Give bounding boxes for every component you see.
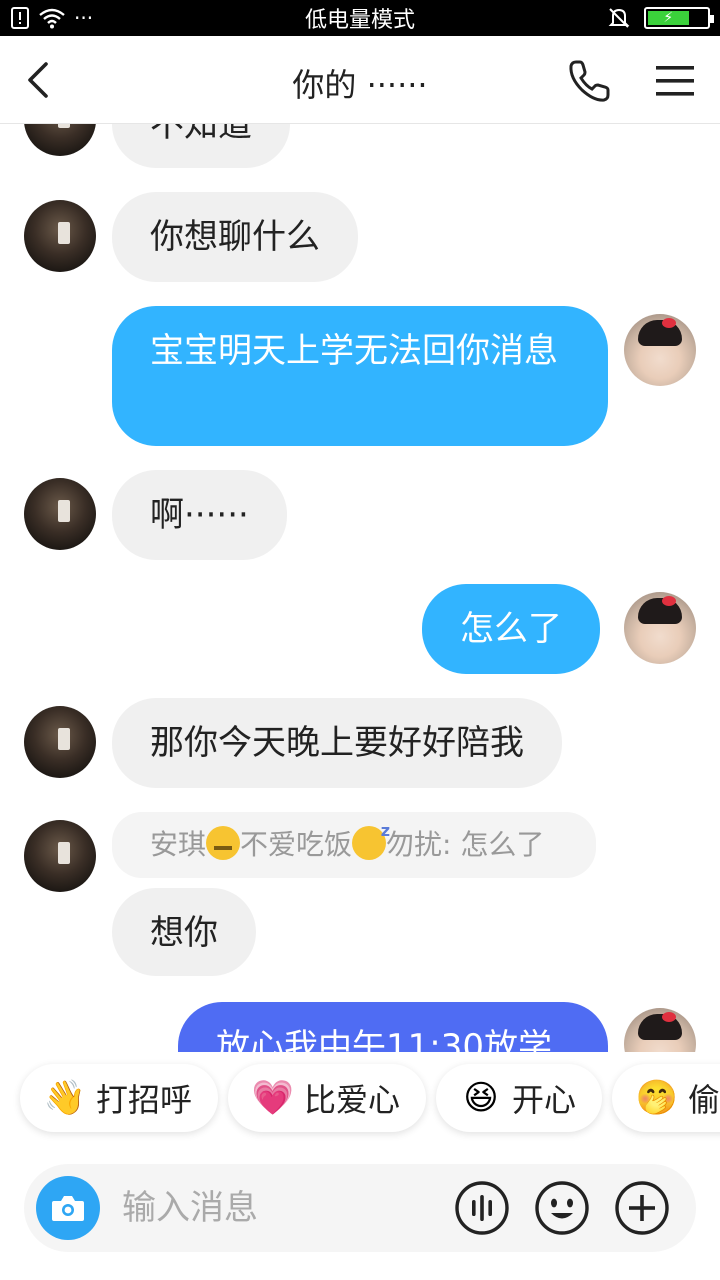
giggle-face-icon: 🤭 bbox=[635, 1078, 679, 1118]
back-arrow-icon[interactable] bbox=[18, 56, 66, 104]
camera-button[interactable] bbox=[36, 1176, 100, 1240]
plus-icon[interactable] bbox=[614, 1180, 670, 1236]
quick-reply-chip[interactable]: 👋 打招呼 bbox=[20, 1064, 219, 1132]
my-avatar[interactable] bbox=[624, 314, 696, 386]
status-dots: ··· bbox=[74, 6, 94, 30]
message-bubble-received[interactable]: 不知道 bbox=[112, 124, 290, 168]
quick-reply-bar: 👋 打招呼 💗 比爱心 😆 开心 🤭 偷笑 bbox=[0, 1052, 720, 1152]
message-bubble-received[interactable]: 啊······ bbox=[112, 470, 287, 560]
contact-avatar[interactable] bbox=[24, 124, 96, 156]
status-right: ⚡ bbox=[608, 7, 714, 29]
chat-header: 你的 ······ bbox=[0, 36, 720, 124]
quote-name-part1: 安琪 bbox=[150, 828, 207, 861]
heart-icon: 💗 bbox=[251, 1078, 295, 1118]
camera-icon bbox=[52, 1196, 84, 1221]
message-bubble-sent[interactable]: 怎么了 bbox=[422, 584, 600, 674]
contact-avatar[interactable] bbox=[24, 478, 96, 550]
battery-icon: ⚡ bbox=[644, 7, 714, 29]
sim-alert-icon bbox=[11, 7, 29, 29]
contact-avatar[interactable] bbox=[24, 706, 96, 778]
quote-name-part2: 不爱吃饭 bbox=[240, 828, 353, 861]
quoted-reply[interactable]: 安琪不爱吃饭勿扰: 怎么了 bbox=[112, 812, 596, 878]
quick-reply-chip[interactable]: 💗 比爱心 bbox=[228, 1064, 427, 1132]
quick-reply-label: 开心 bbox=[512, 1081, 577, 1119]
message-bubble-received[interactable]: 你想聊什么 bbox=[112, 192, 358, 282]
quote-name-part3: 勿扰: 怎么了 bbox=[386, 828, 545, 861]
my-avatar[interactable] bbox=[624, 592, 696, 664]
message-bubble-sent[interactable]: 宝宝明天上学无法回你消息 bbox=[112, 306, 608, 446]
bell-muted-icon bbox=[608, 8, 630, 28]
zipper-mouth-emoji-icon bbox=[206, 826, 241, 860]
phone-icon[interactable] bbox=[564, 56, 614, 106]
message-list[interactable]: 不知道 你想聊什么 宝宝明天上学无法回你消息 啊······ 怎么了 那你今天晚… bbox=[0, 124, 720, 1052]
message-bubble-sent[interactable]: 放心我中午11:30放学 bbox=[178, 1002, 608, 1052]
status-left: ··· bbox=[10, 6, 93, 30]
contact-avatar[interactable] bbox=[24, 820, 96, 892]
message-bubble-received[interactable]: 想你 bbox=[112, 888, 256, 976]
message-input[interactable] bbox=[122, 1184, 442, 1232]
contact-avatar[interactable] bbox=[24, 200, 96, 272]
quick-reply-label: 偷笑 bbox=[688, 1081, 720, 1119]
wave-hand-icon: 👋 bbox=[43, 1078, 87, 1118]
emoji-face-icon[interactable] bbox=[534, 1180, 590, 1236]
message-input-bar bbox=[24, 1164, 696, 1252]
quick-reply-label: 比爱心 bbox=[304, 1081, 401, 1119]
menu-icon[interactable] bbox=[650, 58, 702, 104]
wifi-icon bbox=[39, 8, 65, 29]
message-bubble-received[interactable]: 那你今天晚上要好好陪我 bbox=[112, 698, 562, 788]
quick-reply-chip[interactable]: 😆 开心 bbox=[436, 1064, 603, 1132]
sleeping-emoji-icon bbox=[352, 812, 390, 860]
laughing-face-icon: 😆 bbox=[463, 1078, 499, 1118]
my-avatar[interactable] bbox=[624, 1008, 696, 1052]
voice-wave-icon[interactable] bbox=[454, 1180, 510, 1236]
quick-reply-chip[interactable]: 🤭 偷笑 bbox=[612, 1064, 720, 1132]
status-bar: ··· 低电量模式 ⚡ bbox=[0, 0, 720, 36]
quick-reply-label: 打招呼 bbox=[96, 1081, 193, 1119]
